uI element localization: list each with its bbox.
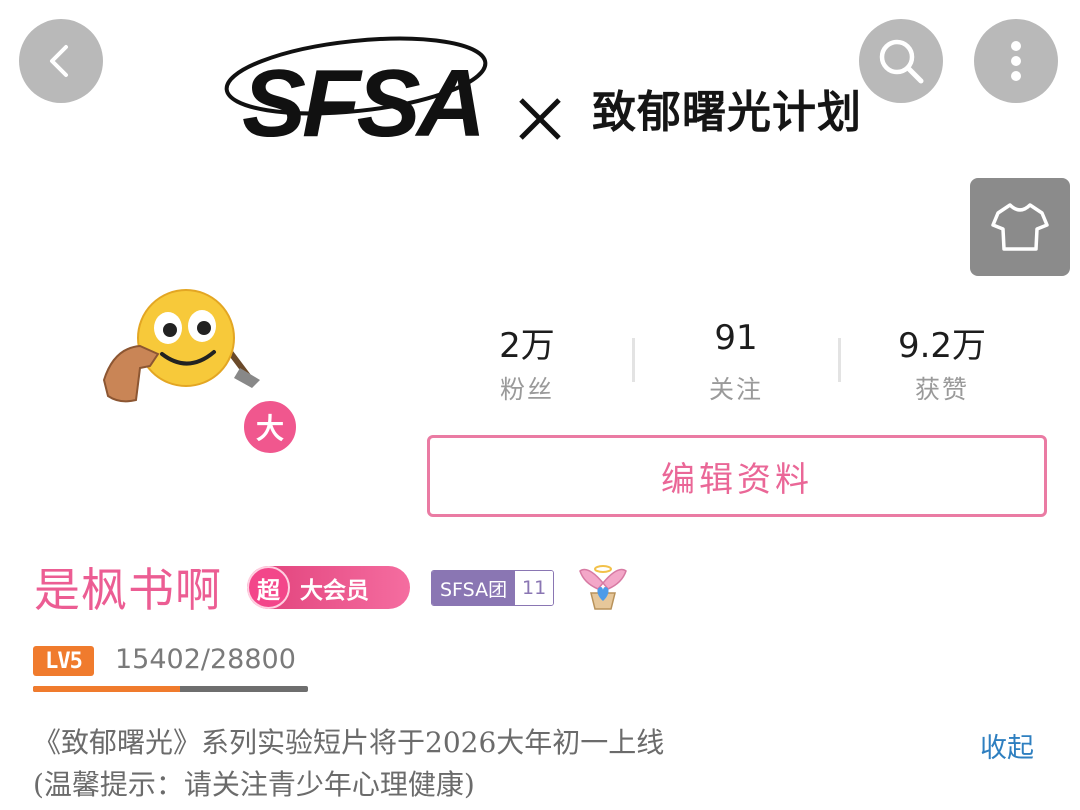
stat-divider xyxy=(632,338,635,382)
search-icon xyxy=(879,39,924,84)
username: 是枫书啊 xyxy=(34,563,222,617)
following-count: 91 xyxy=(714,318,758,358)
vip-label: 大会员 xyxy=(300,577,369,604)
stat-fans[interactable]: 2万 粉丝 xyxy=(427,318,627,406)
experience-bar-fill xyxy=(33,686,181,692)
outfit-button[interactable] xyxy=(970,178,1070,276)
bio: 《致郁曙光》系列实验短片将于2026大年初一上线 (温馨提示：请关注青少年心理健… xyxy=(33,722,913,806)
stat-following[interactable]: 91 关注 xyxy=(636,318,836,406)
fans-count: 2万 xyxy=(499,326,555,366)
bio-line-2: (温馨提示：请关注青少年心理健康) xyxy=(33,768,475,801)
collab-title: 致郁曙光计划 xyxy=(592,87,862,138)
avatar-vip-badge: 大 xyxy=(241,398,299,456)
stat-divider xyxy=(838,338,841,382)
fan-medal[interactable]: SFSA团 11 xyxy=(431,570,555,606)
likes-label: 获赞 xyxy=(914,375,969,404)
edit-profile-button[interactable]: 编辑资料 xyxy=(427,435,1047,517)
fan-medal-level: 11 xyxy=(515,571,554,605)
likes-count: 9.2万 xyxy=(897,326,987,366)
fan-medal-name: SFSA团 xyxy=(432,571,516,605)
angel-heart-icon[interactable] xyxy=(578,563,628,611)
more-vertical-icon xyxy=(1011,41,1021,81)
more-button[interactable] xyxy=(974,19,1058,103)
vip-tag[interactable]: 超 大会员 xyxy=(247,566,410,609)
collapse-bio-button[interactable]: 收起 xyxy=(980,726,1034,765)
collab-banner: SFSA 致郁曙光计划 xyxy=(222,18,882,148)
tshirt-icon xyxy=(991,203,1049,251)
following-label: 关注 xyxy=(708,375,763,404)
fans-label: 粉丝 xyxy=(499,375,554,404)
experience-text: 15402/28800 xyxy=(115,644,296,675)
search-button[interactable] xyxy=(859,19,943,103)
stat-likes[interactable]: 9.2万 获赞 xyxy=(842,318,1042,406)
back-button[interactable] xyxy=(19,19,103,103)
vip-super-icon: 超 xyxy=(247,566,290,609)
sfsa-logo: SFSA xyxy=(224,36,488,148)
level-badge: LV5 xyxy=(33,646,94,676)
svg-text:SFSA: SFSA xyxy=(242,50,482,148)
bio-line-1: 《致郁曙光》系列实验短片将于2026大年初一上线 xyxy=(33,726,665,759)
chevron-left-icon xyxy=(50,45,68,77)
collab-cross-icon xyxy=(519,98,561,140)
experience-bar xyxy=(33,686,308,692)
